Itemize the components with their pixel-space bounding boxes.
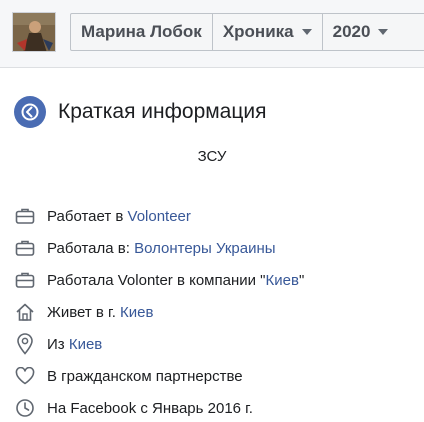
intro-item-prefix: Работала Volonter в компании " xyxy=(47,271,266,289)
intro-item: На Facebook с Январь 2016 г. xyxy=(14,392,414,422)
intro-item: Из Киев xyxy=(14,328,414,360)
profile-avatar[interactable] xyxy=(12,12,56,52)
intro-item-link[interactable]: Киев xyxy=(266,272,299,289)
year-dropdown[interactable]: 2020 xyxy=(323,14,399,50)
profile-breadcrumb: Марина Лобок Хроника 2020 xyxy=(70,13,424,51)
intro-item: В гражданском партнерстве xyxy=(14,360,414,392)
globe-icon xyxy=(14,96,46,128)
briefcase-icon xyxy=(14,205,36,227)
intro-item-text: Работала в: Волонтеры Украины xyxy=(47,240,276,257)
intro-item-text: В гражданском партнерстве xyxy=(47,368,243,385)
clock-icon xyxy=(14,397,36,419)
intro-item-prefix: В гражданском партнерстве xyxy=(47,367,243,385)
intro-item-link[interactable]: Волонтеры Украины xyxy=(134,240,275,257)
section-label: Хроника xyxy=(222,22,294,41)
intro-item: Работает в Volonteer xyxy=(14,200,414,232)
section-dropdown[interactable]: Хроника xyxy=(213,14,323,50)
intro-item-prefix: Живет в г. xyxy=(47,303,121,321)
briefcase-icon xyxy=(14,269,36,291)
intro-item-text: Из Киев xyxy=(47,336,102,353)
intro-item-link[interactable]: Киев xyxy=(120,304,153,321)
chevron-down-icon xyxy=(378,29,389,35)
intro-item-text: Работает в Volonteer xyxy=(47,208,191,225)
intro-item-text: На Facebook с Январь 2016 г. xyxy=(47,400,253,417)
intro-item: Работала Volonter в компании "Киев" xyxy=(14,264,414,296)
profile-name-link[interactable]: Марина Лобок xyxy=(71,14,213,50)
intro-title: Краткая информация xyxy=(58,100,267,123)
year-label: 2020 xyxy=(332,22,371,41)
intro-item-prefix: Работала в: xyxy=(47,239,135,257)
intro-item-suffix: " xyxy=(298,271,305,289)
intro-header: Краткая информация xyxy=(14,96,267,128)
intro-item-text: Живет в г. Киев xyxy=(47,304,153,321)
briefcase-icon xyxy=(14,237,36,259)
intro-item-link[interactable]: Volonteer xyxy=(128,208,191,225)
intro-list: Работает в Volonteer Работала в: Волонтер… xyxy=(14,200,414,422)
intro-item-prefix: Работает в xyxy=(47,207,128,225)
home-icon xyxy=(14,301,36,323)
intro-item-text: Работала Volonter в компании "Киев" xyxy=(47,272,304,289)
profile-name: Марина Лобок xyxy=(81,22,202,41)
intro-bio: ЗСУ xyxy=(197,148,227,165)
heart-icon xyxy=(14,365,36,387)
location-pin-icon xyxy=(14,333,36,355)
intro-item: Работала в: Волонтеры Украины xyxy=(14,232,414,264)
chevron-down-icon xyxy=(301,29,312,35)
intro-item-prefix: Из xyxy=(47,335,69,353)
profile-top-bar: Марина Лобок Хроника 2020 xyxy=(0,0,424,68)
intro-item-prefix: На Facebook с Январь 2016 г. xyxy=(47,399,253,417)
intro-item-link[interactable]: Киев xyxy=(69,336,102,353)
intro-item: Живет в г. Киев xyxy=(14,296,414,328)
